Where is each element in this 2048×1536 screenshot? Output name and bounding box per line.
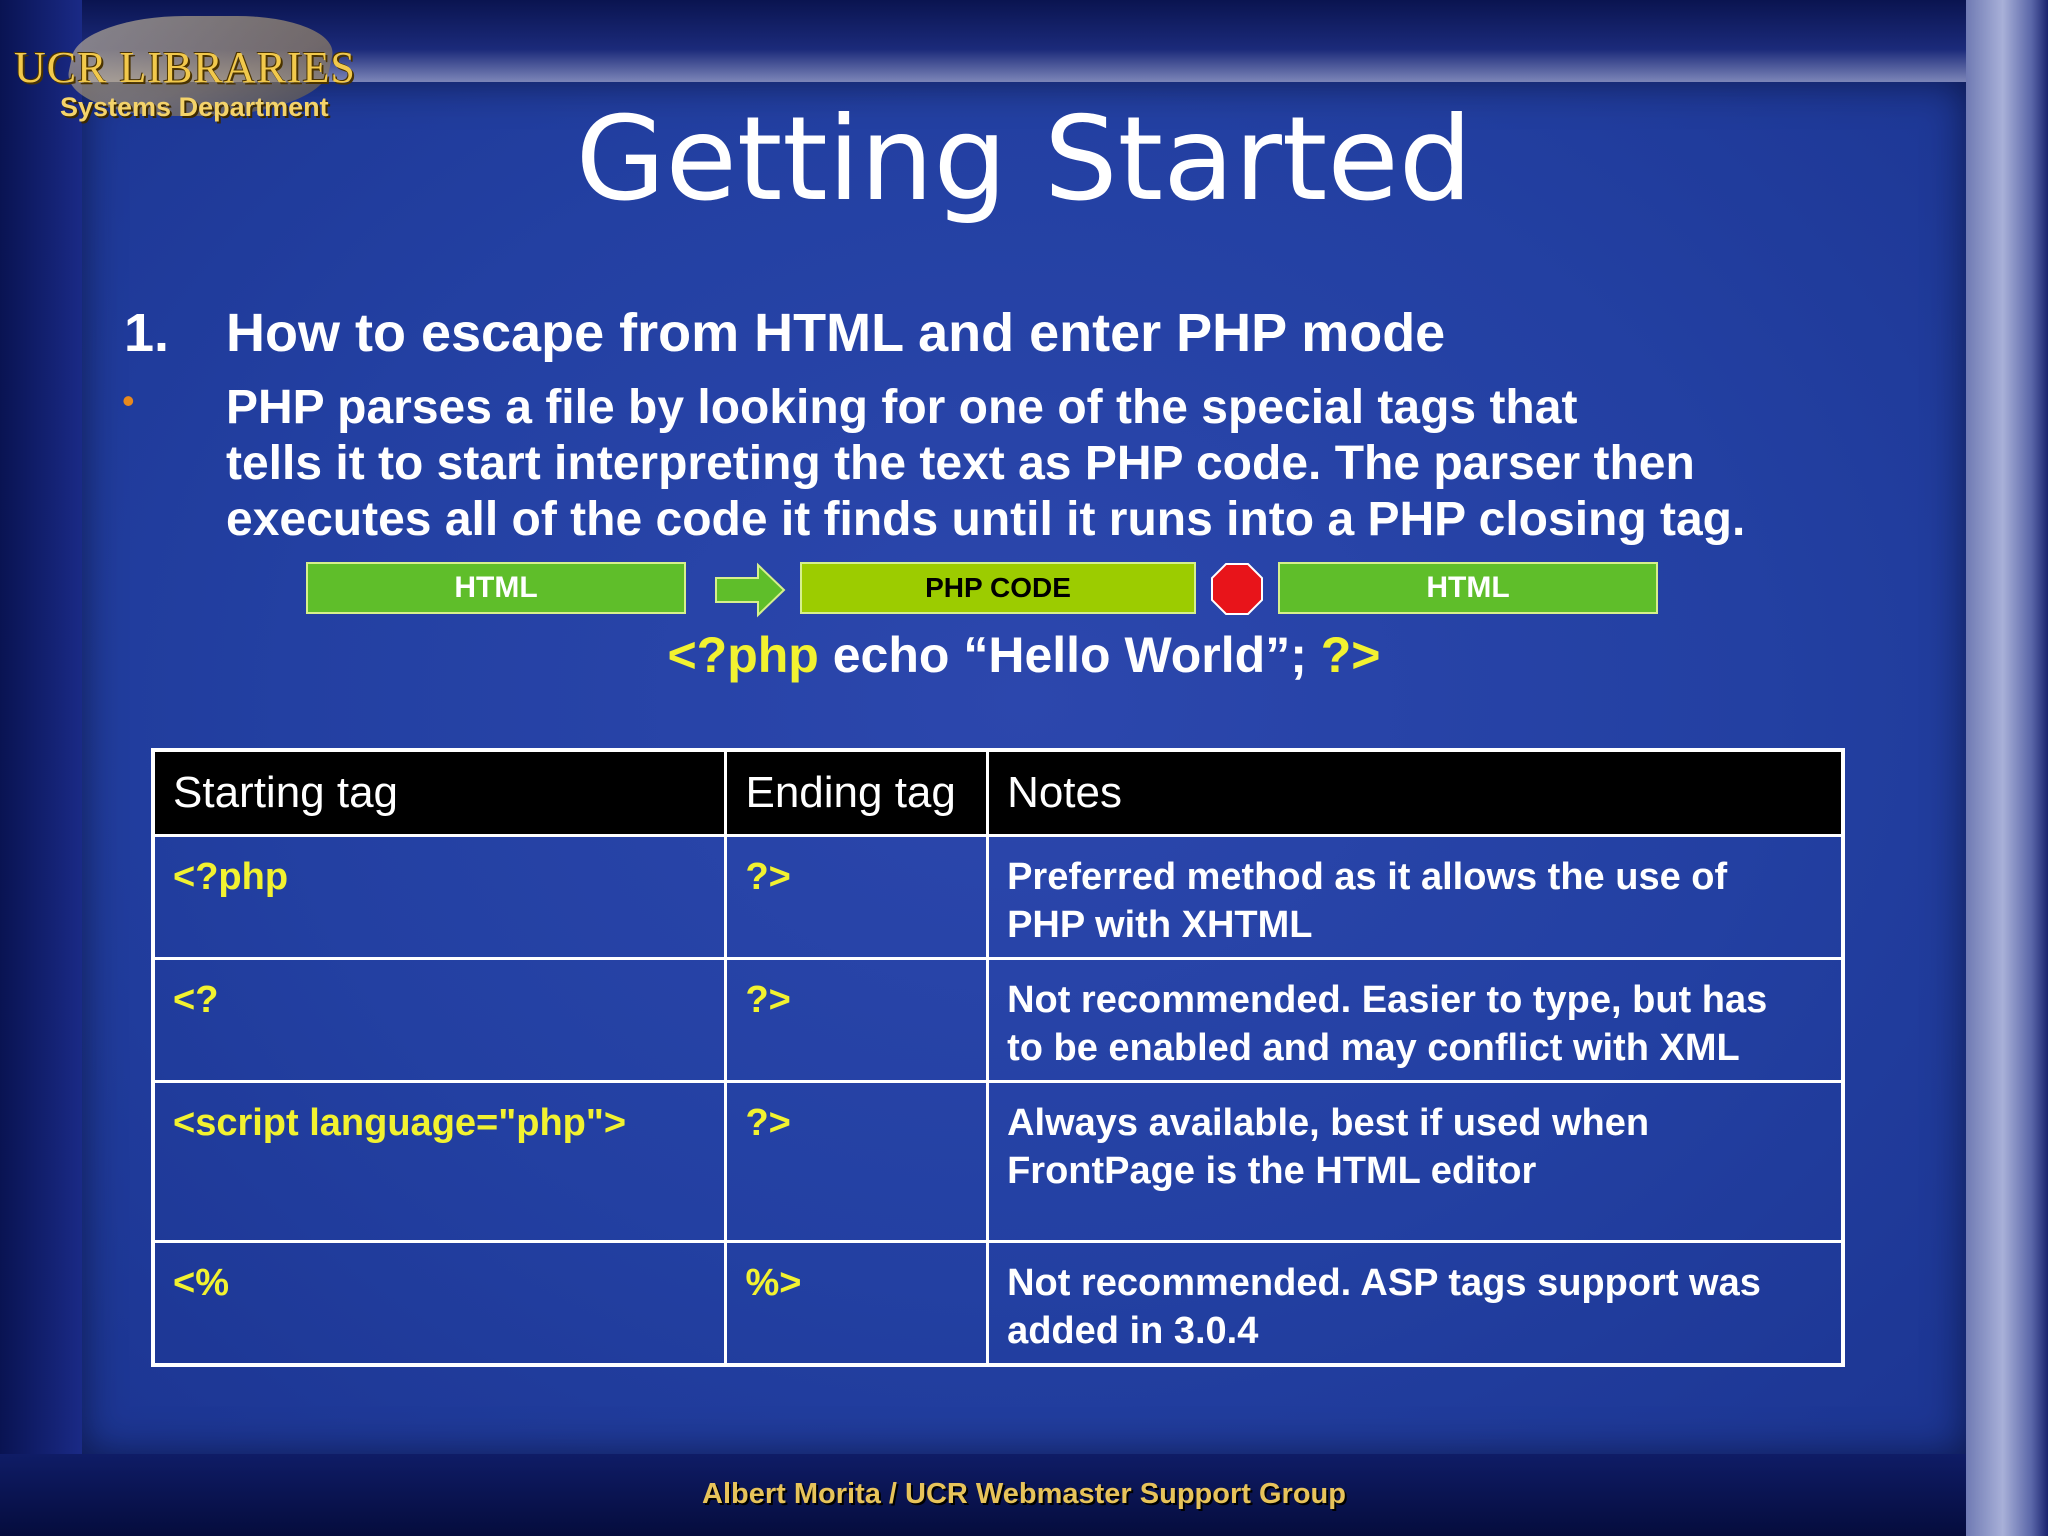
heading-text: How to escape from HTML and enter PHP mo…	[226, 303, 1446, 363]
notes-cell: Not recommended. Easier to type, but has…	[986, 957, 1845, 1083]
bullet-line: PHP parses a file by looking for one of …	[226, 381, 1578, 434]
note-line: Not recommended. ASP tags support was	[1007, 1262, 1761, 1304]
php-tags-table: Starting tag Ending tag Notes <?php ?> P…	[151, 748, 1845, 1367]
header-notes: Notes	[986, 748, 1845, 837]
table-row: <% %> Not recommended. ASP tags support …	[151, 1240, 1845, 1367]
header-starting-tag: Starting tag	[151, 748, 728, 837]
slide-frame-right	[1966, 0, 2048, 1536]
ending-tag-cell: ?>	[724, 957, 990, 1083]
php-echo-statement: echo “Hello World”;	[818, 627, 1321, 683]
note-line: Always available, best if used when	[1007, 1102, 1650, 1144]
starting-tag-cell: <?php	[151, 834, 728, 960]
ending-tag-cell: %>	[724, 1240, 990, 1367]
slide-title: Getting Started	[575, 92, 1473, 227]
notes-cell: Always available, best if used when Fron…	[986, 1080, 1845, 1243]
note-line: added in 3.0.4	[1007, 1310, 1259, 1352]
php-flow-diagram: HTML PHP CODE HTML	[0, 562, 2048, 618]
php-hello-world-example: <?php echo “Hello World”; ?>	[0, 626, 2048, 684]
flow-html-box-start: HTML	[306, 562, 686, 614]
flow-html-box-end: HTML	[1278, 562, 1658, 614]
right-arrow-icon	[715, 562, 786, 618]
notes-cell: Preferred method as it allows the use of…	[986, 834, 1845, 960]
table-header-row: Starting tag Ending tag Notes	[151, 748, 1845, 837]
note-line: PHP with XHTML	[1007, 904, 1313, 946]
flow-php-code-box: PHP CODE	[800, 562, 1196, 614]
note-line: Preferred method as it allows the use of	[1007, 856, 1728, 898]
table-row: <? ?> Not recommended. Easier to type, b…	[151, 957, 1845, 1083]
ending-tag-cell: ?>	[724, 834, 990, 960]
php-open-tag: <?php	[667, 627, 819, 683]
bullet-line: tells it to start interpreting the text …	[226, 437, 1695, 490]
notes-cell: Not recommended. ASP tags support was ad…	[986, 1240, 1845, 1367]
stop-sign-icon	[1211, 563, 1263, 615]
ending-tag-cell: ?>	[724, 1080, 990, 1243]
logo-title: UCR LIBRARIES	[14, 43, 356, 92]
bullet-icon: •	[122, 380, 135, 421]
note-line: FrontPage is the HTML editor	[1007, 1150, 1537, 1192]
php-close-tag: ?>	[1320, 627, 1381, 683]
note-line: to be enabled and may conflict with XML	[1007, 1027, 1740, 1069]
starting-tag-cell: <script language="php">	[151, 1080, 728, 1243]
slide-footer: Albert Morita / UCR Webmaster Support Gr…	[702, 1478, 1346, 1510]
bullet-line: executes all of the code it finds until …	[226, 493, 1746, 546]
starting-tag-cell: <%	[151, 1240, 728, 1367]
section-heading: 1. How to escape from HTML and enter PHP …	[124, 302, 1445, 364]
heading-number: 1.	[124, 303, 170, 363]
bullet-paragraph: PHP parses a file by looking for one of …	[226, 380, 1745, 548]
note-line: Not recommended. Easier to type, but has	[1007, 979, 1768, 1021]
starting-tag-cell: <?	[151, 957, 728, 1083]
header-ending-tag: Ending tag	[724, 748, 990, 837]
table-row: <?php ?> Preferred method as it allows t…	[151, 834, 1845, 960]
table-row: <script language="php"> ?> Always availa…	[151, 1080, 1845, 1243]
slide-frame-left	[0, 0, 82, 1536]
